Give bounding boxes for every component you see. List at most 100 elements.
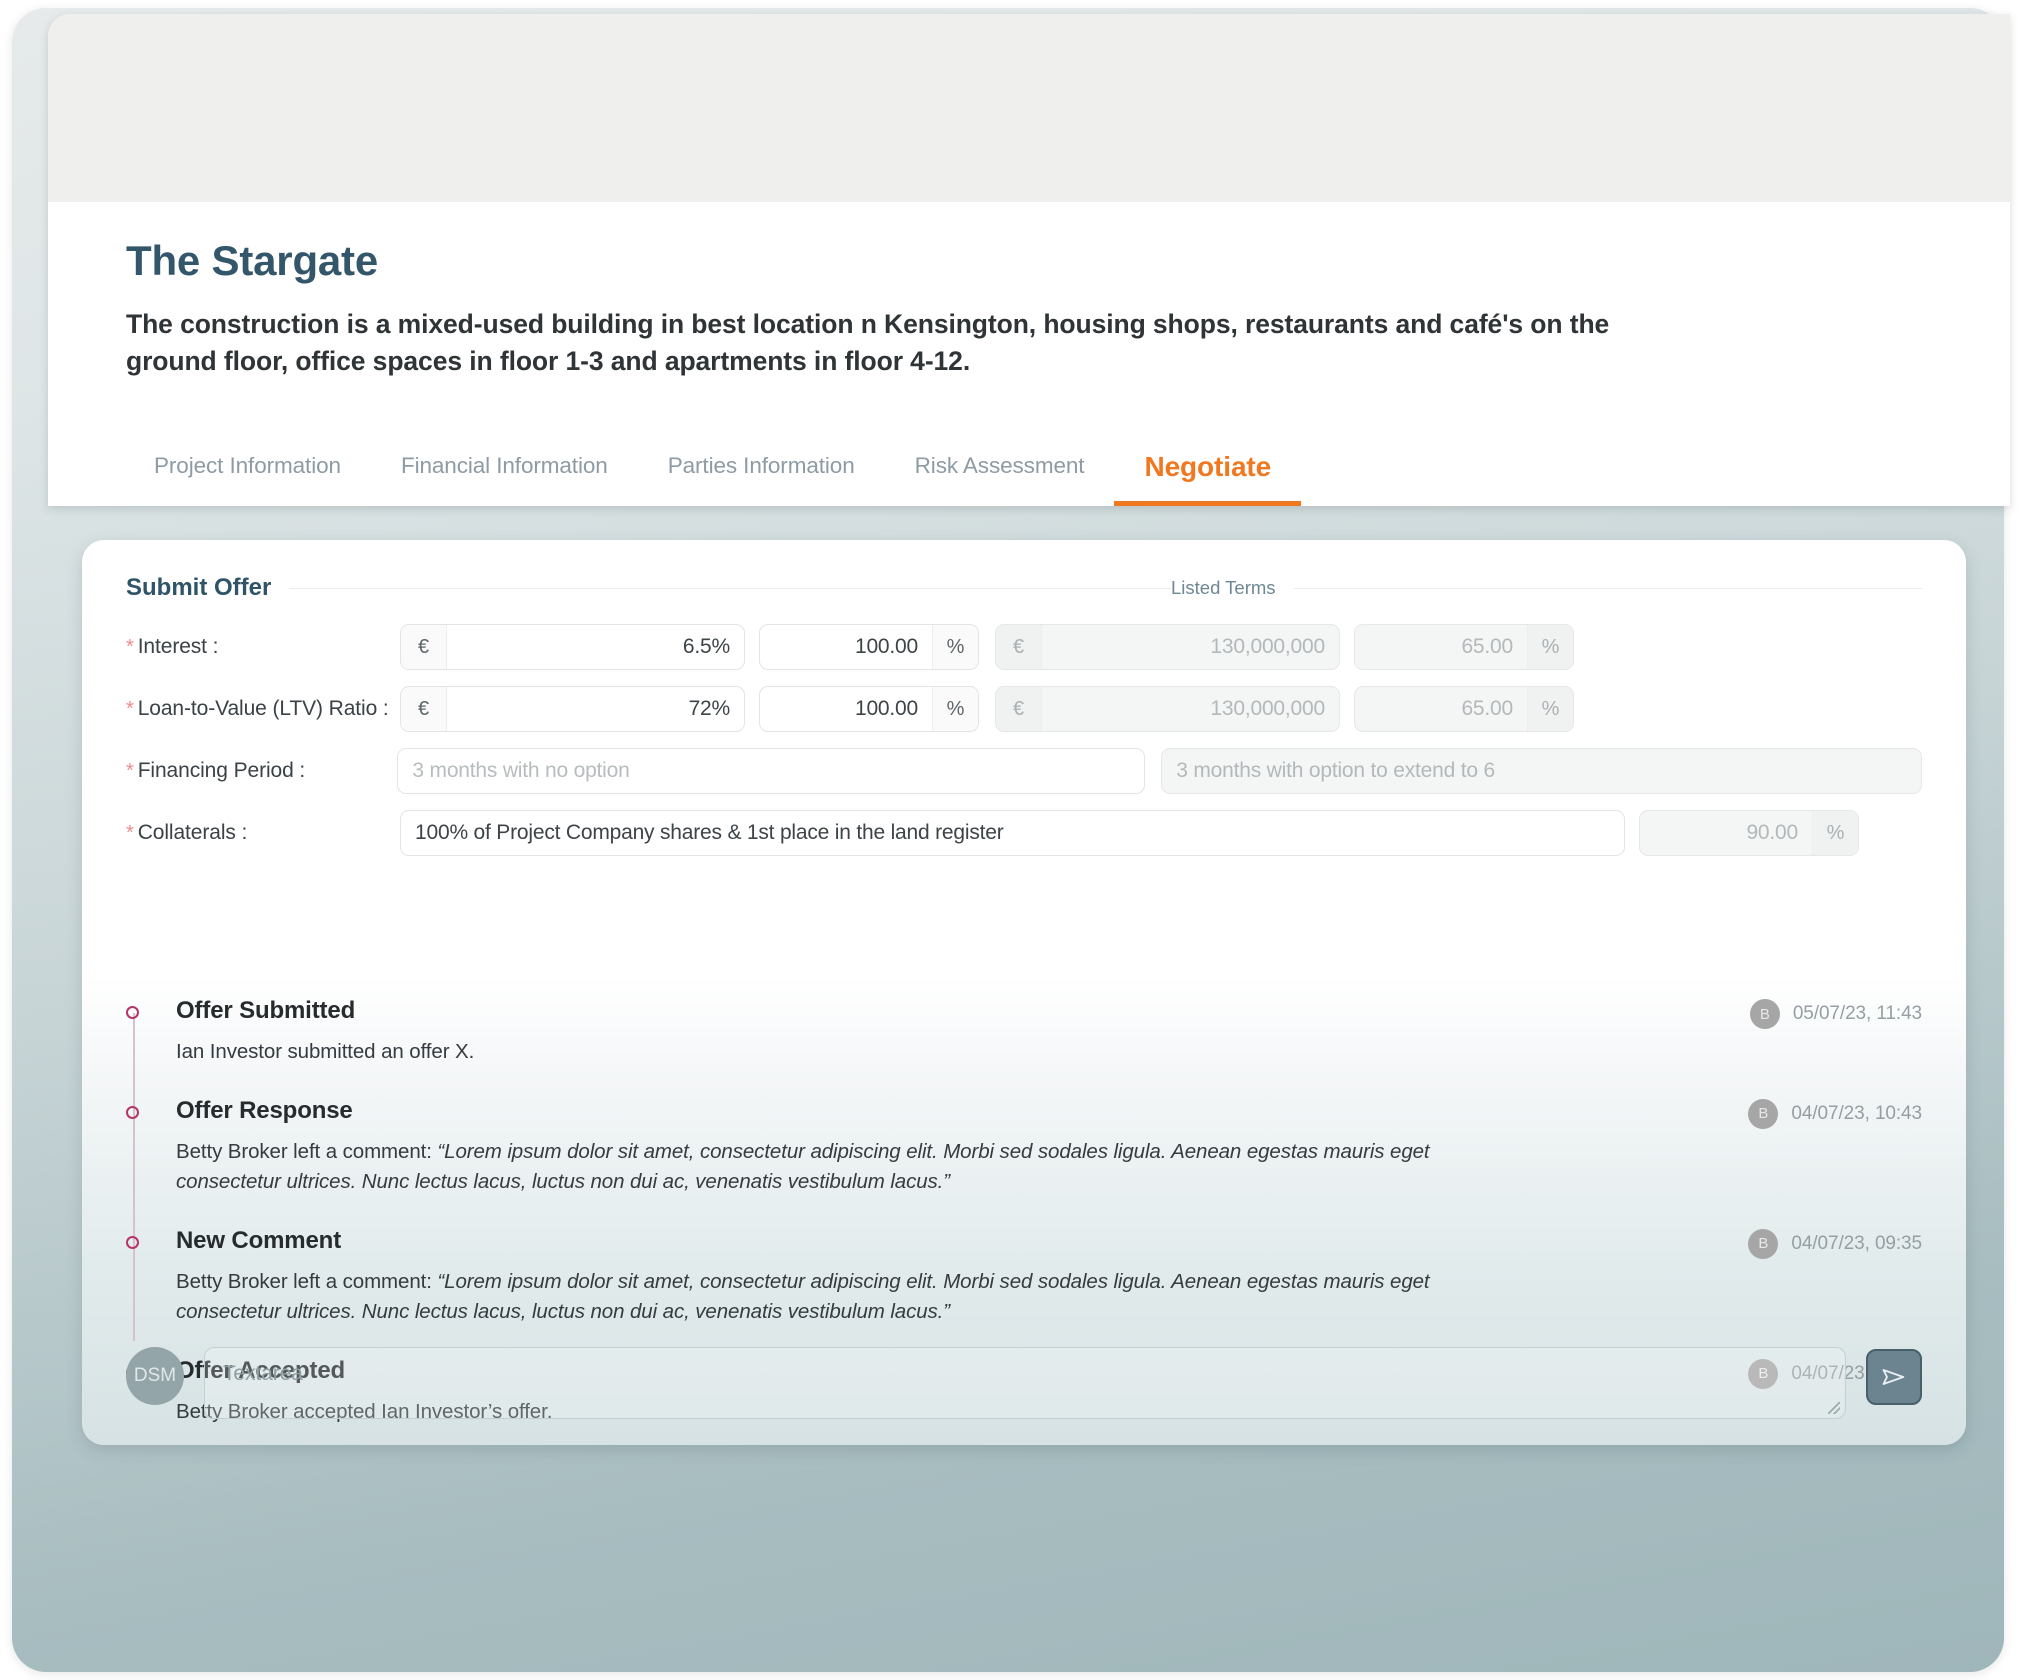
interest-currency-input[interactable]: € 6.5% [400, 624, 745, 670]
project-description: The construction is a mixed-used buildin… [126, 309, 1610, 376]
form-row-collaterals: * Collaterals : 100% of Project Company s… [126, 810, 1922, 856]
tab-risk-assessment[interactable]: Risk Assessment [885, 453, 1115, 506]
comment-textarea[interactable]: Textarea [204, 1347, 1846, 1419]
ltv-percent-input[interactable]: 100.00 % [759, 686, 979, 732]
section-header-row: Submit Offer Listed Terms [82, 540, 1966, 602]
ltv-percent-value[interactable]: 100.00 [760, 687, 932, 731]
divider [1293, 587, 1922, 589]
financing-period-label-text: Financing Period : [137, 759, 306, 782]
percent-icon: % [1812, 811, 1858, 855]
financing-period-listed-field: 3 months with option to extend to 6 [1161, 748, 1922, 794]
comment-composer: DSM Textarea [126, 1347, 1922, 1419]
tab-bar[interactable]: Project Information Financial Informatio… [126, 451, 1302, 506]
financing-period-placeholder[interactable]: 3 months with no option [398, 749, 1144, 793]
percent-icon: % [1527, 625, 1573, 669]
percent-icon: % [1527, 687, 1573, 731]
ltv-label: * Loan-to-Value (LTV) Ratio : [126, 697, 400, 721]
tab-project-information[interactable]: Project Information [126, 453, 371, 506]
interest-listed-percent: 65.00 [1461, 635, 1513, 658]
collaterals-listed-percent: 90.00 [1746, 821, 1798, 844]
avatar: B [1748, 1098, 1779, 1129]
euro-icon: € [996, 687, 1042, 731]
interest-percent-value[interactable]: 100.00 [760, 625, 932, 669]
project-header-card: The Stargate The construction is a mixed… [48, 14, 2010, 506]
financing-period-listed-value: 3 months with option to extend to 6 [1176, 759, 1495, 782]
interest-value[interactable]: 6.5% [447, 625, 744, 669]
form-row-interest: * Interest : € 6.5% 100.00 % € 130,000,00… [126, 624, 1922, 670]
submit-offer-header: Submit Offer [126, 574, 1171, 602]
header-chrome-area [48, 14, 2010, 202]
timeline-item-body: Ian Investor submitted an offer X. [176, 1037, 1466, 1067]
activity-timeline: Offer Submitted B 05/07/23, 11:43 Ian In… [82, 975, 1966, 1445]
avatar: B [1748, 1228, 1779, 1259]
collaterals-label-text: Collaterals : [137, 821, 248, 844]
timeline-item-title: Offer Submitted [176, 997, 356, 1024]
timeline-item-header: New Comment B 04/07/23, 09:35 [176, 1227, 1922, 1259]
form-row-financing-period: * Financing Period : 3 months with no opt… [126, 748, 1922, 794]
collaterals-label: * Collaterals : [126, 821, 400, 845]
ltv-value[interactable]: 72% [447, 687, 744, 731]
euro-icon: € [401, 687, 447, 731]
timeline-body-text: Ian Investor submitted an offer X. [176, 1040, 475, 1063]
required-asterisk: * [126, 760, 134, 782]
offer-form: * Interest : € 6.5% 100.00 % € 130,000,00… [82, 602, 1966, 856]
euro-icon: € [401, 625, 447, 669]
percent-icon: % [932, 687, 978, 731]
timeline-item: New Comment B 04/07/23, 09:35 Betty Brok… [126, 1227, 1922, 1327]
page-title: The Stargate [126, 237, 378, 284]
collaterals-listed-percent-field: 90.00 % [1639, 810, 1859, 856]
financing-period-input[interactable]: 3 months with no option [397, 748, 1146, 794]
percent-icon: % [932, 625, 978, 669]
timeline-dot-icon [126, 1006, 139, 1019]
negotiate-panel: Submit Offer Listed Terms * Interest : € … [82, 540, 1966, 1445]
timeline-item-meta: B 04/07/23, 10:43 [1748, 1097, 1922, 1129]
timeline-item-meta: B 05/07/23, 11:43 [1749, 997, 1922, 1029]
required-asterisk: * [126, 822, 134, 844]
current-user-avatar: DSM [126, 1347, 184, 1405]
collaterals-input[interactable]: 100% of Project Company shares & 1st pla… [400, 810, 1625, 856]
timeline-timestamp: 05/07/23, 11:43 [1792, 1003, 1922, 1024]
ltv-listed-percent-field: 65.00 % [1354, 686, 1574, 732]
timeline-item-meta: B 04/07/23, 09:35 [1748, 1227, 1922, 1259]
tab-financial-information[interactable]: Financial Information [371, 453, 638, 506]
timeline-item-header: Offer Response B 04/07/23, 10:43 [176, 1097, 1922, 1129]
interest-label-text: Interest : [137, 635, 219, 658]
timeline-connector [133, 1013, 135, 1341]
ltv-label-text: Loan-to-Value (LTV) Ratio : [137, 697, 389, 720]
ltv-listed-value: 130,000,000 [1210, 697, 1325, 720]
timeline-body-text: Betty Broker left a comment: [176, 1139, 438, 1163]
timeline-item-title: Offer Response [176, 1096, 353, 1124]
listed-terms-title: Listed Terms [1171, 577, 1276, 598]
send-icon [1882, 1369, 1905, 1385]
form-row-ltv: * Loan-to-Value (LTV) Ratio : € 72% 100.0… [126, 686, 1922, 732]
euro-icon: € [996, 625, 1042, 669]
timeline-item: Offer Submitted B 05/07/23, 11:43 Ian In… [126, 997, 1922, 1067]
interest-listed-value: 130,000,000 [1210, 635, 1325, 658]
timeline-item-title: New Comment [176, 1226, 342, 1254]
required-asterisk: * [126, 698, 134, 720]
timeline-item-body: Betty Broker left a comment: “Lorem ipsu… [176, 1267, 1466, 1327]
timeline-timestamp: 04/07/23, 10:43 [1791, 1102, 1922, 1124]
timeline-timestamp: 04/07/23, 09:35 [1791, 1232, 1922, 1254]
collaterals-value[interactable]: 100% of Project Company shares & 1st pla… [401, 811, 1624, 855]
interest-percent-input[interactable]: 100.00 % [759, 624, 979, 670]
financing-period-label: * Financing Period : [126, 759, 397, 783]
tab-negotiate[interactable]: Negotiate [1114, 451, 1302, 506]
interest-listed-percent-field: 65.00 % [1354, 624, 1574, 670]
timeline-item-header: Offer Submitted B 05/07/23, 11:43 [176, 997, 1922, 1029]
timeline-dot-icon [126, 1105, 139, 1119]
tab-parties-information[interactable]: Parties Information [638, 453, 885, 506]
ltv-listed-currency-field: € 130,000,000 [995, 686, 1340, 732]
submit-offer-title: Submit Offer [126, 574, 272, 601]
required-asterisk: * [126, 636, 134, 658]
timeline-dot-icon [126, 1235, 139, 1249]
timeline-item: Offer Response B 04/07/23, 10:43 Betty B… [126, 1097, 1922, 1197]
send-button[interactable] [1866, 1349, 1922, 1405]
ltv-currency-input[interactable]: € 72% [400, 686, 745, 732]
timeline-item-body: Betty Broker left a comment: “Lorem ipsu… [176, 1137, 1466, 1197]
ltv-listed-percent: 65.00 [1461, 697, 1513, 720]
listed-terms-header: Listed Terms [1171, 577, 1922, 599]
interest-listed-currency-field: € 130,000,000 [995, 624, 1340, 670]
timeline-body-text: Betty Broker left a comment: [176, 1269, 438, 1293]
divider [289, 587, 1171, 589]
